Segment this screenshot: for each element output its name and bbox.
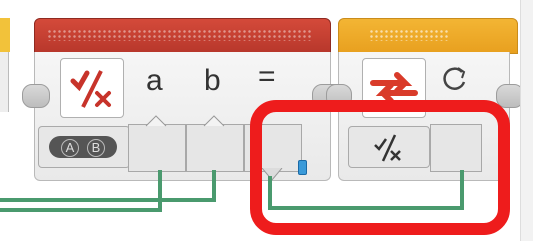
compare-block-header[interactable]: [34, 18, 331, 54]
wire-b-horizontal: [0, 198, 216, 202]
param-result-label: =: [258, 60, 276, 93]
ab-toggle-letter-a: A: [61, 139, 79, 157]
right-edge-divider: [520, 0, 533, 241]
highlight-annotation-box: [250, 100, 510, 235]
compare-mode-selector[interactable]: [60, 58, 124, 118]
param-a-label: a: [146, 64, 163, 97]
ab-toggle-icon: A B: [49, 136, 117, 158]
compare-type-button[interactable]: A B: [38, 126, 130, 168]
wire-a-horizontal: [0, 208, 162, 212]
previous-block-edge: [0, 18, 10, 52]
wire-b-vertical: [212, 170, 216, 200]
previous-block-body-edge: [0, 52, 9, 112]
param-b-label: b: [204, 64, 221, 97]
ab-toggle-letter-b: B: [87, 139, 105, 157]
wire-a-vertical: [158, 170, 162, 210]
not-equal-compare-icon: [70, 70, 111, 108]
rotate-refresh-icon: [443, 67, 466, 90]
sequence-input-plug[interactable]: [22, 84, 50, 108]
loop-interrupt-block-header[interactable]: [338, 18, 518, 54]
